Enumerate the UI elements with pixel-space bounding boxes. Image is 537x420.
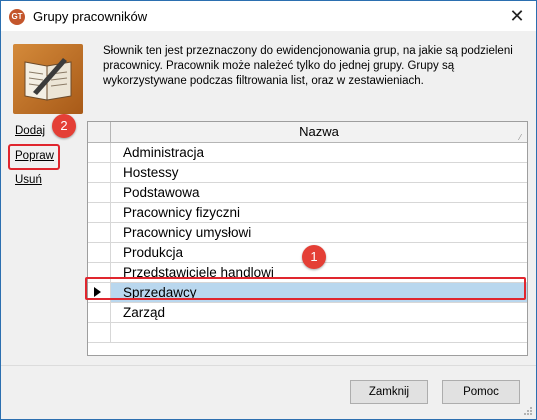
window-title: Grupy pracowników [33,9,148,24]
table-row[interactable]: Administracja [88,143,527,163]
row-label: Hostessy [123,165,179,180]
title-bar: GT Grupy pracowników ✕ [1,1,536,31]
row-label: Pracownicy fizyczni [123,205,241,220]
table-row[interactable]: Pracownicy fizyczni [88,203,527,223]
add-link[interactable]: Dodaj [15,125,45,137]
row-indicator [88,163,111,182]
column-header-name[interactable]: Nazwa ⁄ [111,122,527,142]
row-indicator [88,143,111,162]
resize-grip-icon[interactable] [523,406,533,416]
table-row[interactable]: Podstawowa [88,183,527,203]
delete-link[interactable]: Usuń [15,174,42,186]
table-row[interactable]: Pracownicy umysłowi [88,223,527,243]
row-indicator [88,303,111,322]
app-logo-icon: GT [9,9,25,25]
dictionary-description: Słownik ten jest przeznaczony do ewidenc… [103,45,513,87]
row-label: Zarząd [123,305,166,320]
column-header-label: Nazwa [299,124,339,139]
table-row[interactable]: Zarząd [88,303,527,323]
notebook-icon [13,44,83,114]
annotation-badge-2: 2 [52,114,76,138]
close-window-icon[interactable]: ✕ [506,6,528,26]
table-row[interactable]: Hostessy [88,163,527,183]
table-row-empty[interactable] [88,323,527,343]
help-button[interactable]: Pomoc [442,380,520,404]
footer-divider [1,365,536,366]
row-indicator [88,243,111,262]
row-indicator [88,183,111,202]
selected-row-highlight [85,277,526,300]
close-button[interactable]: Zamknij [350,380,428,404]
edit-link-highlight [8,144,60,170]
row-indicator [88,323,111,342]
row-indicator-header [88,122,111,142]
grid-header: Nazwa ⁄ [88,122,527,143]
row-label: Administracja [123,145,205,160]
groups-grid[interactable]: Nazwa ⁄ Administracja Hostessy Podstawow… [87,121,528,356]
annotation-badge-1: 1 [302,245,326,269]
row-label: Produkcja [123,245,184,260]
row-indicator [88,203,111,222]
row-label: Pracownicy umysłowi [123,225,252,240]
row-indicator [88,223,111,242]
row-label: Podstawowa [123,185,200,200]
dialog-window: GT Grupy pracowników ✕ Słownik ten jest … [0,0,537,420]
